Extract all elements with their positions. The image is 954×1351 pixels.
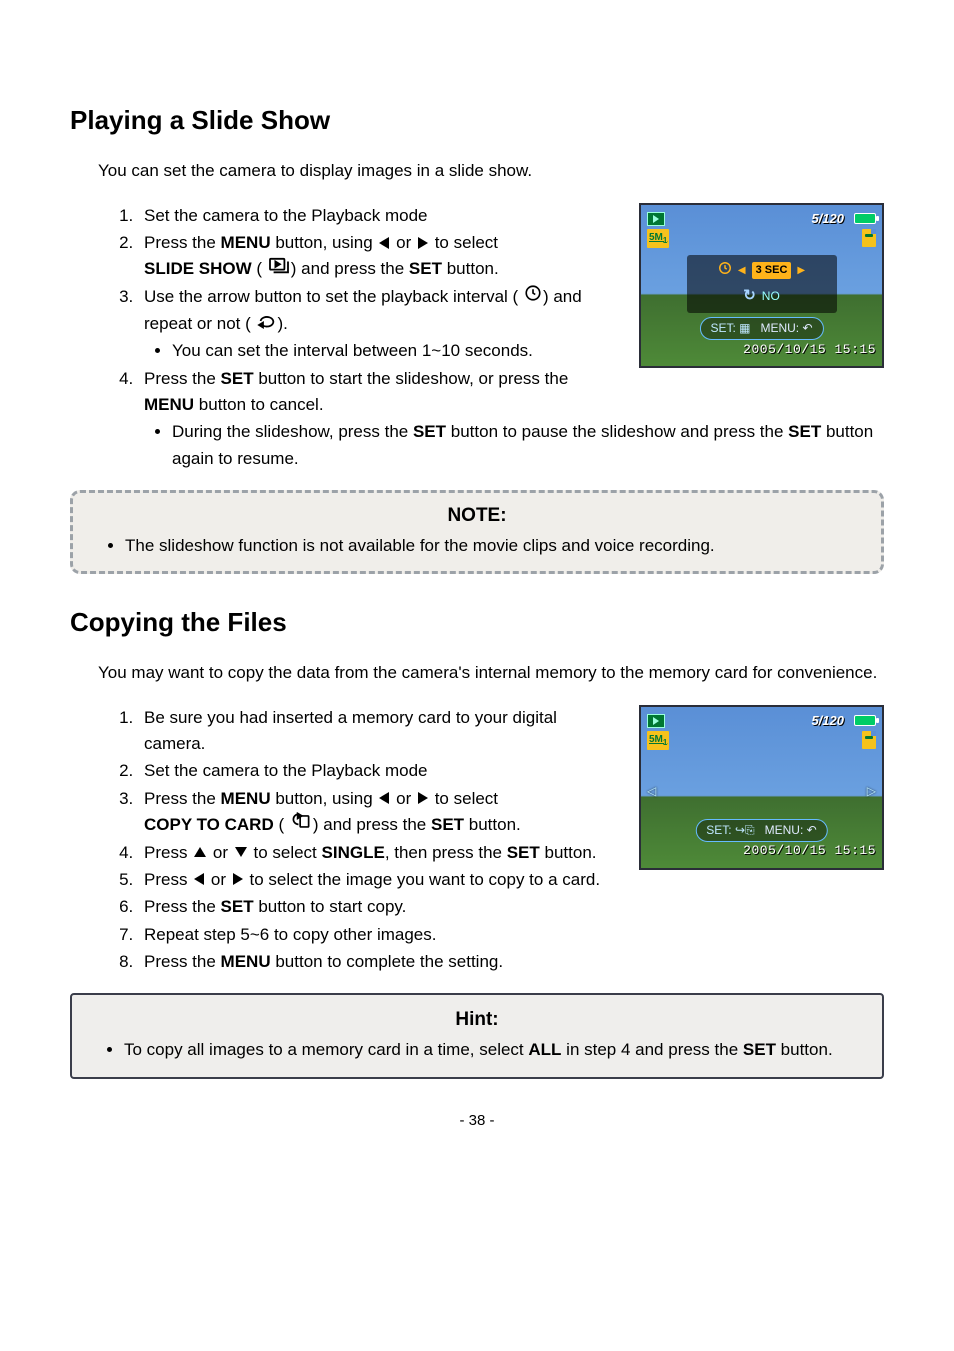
step-6: Press the SET button to start copy. bbox=[138, 894, 884, 920]
camera-screenshot-slideshow: 5/120 5M1 ◀ 3 SEC ▶ ↻ NO SET: ▦ MENU: ↶ … bbox=[639, 203, 884, 368]
heading-copying: Copying the Files bbox=[70, 602, 884, 642]
next-image-icon: ▷ bbox=[867, 782, 876, 801]
hint-title: Hint: bbox=[86, 1005, 868, 1034]
battery-icon bbox=[854, 213, 876, 224]
up-arrow-icon bbox=[194, 847, 206, 857]
resolution-badge: 5M1 bbox=[647, 229, 669, 248]
back-icon: ↶ bbox=[807, 823, 817, 837]
intro-copying: You may want to copy the data from the c… bbox=[70, 660, 884, 686]
step-8: Press the MENU button to complete the se… bbox=[138, 949, 884, 975]
memory-card-icon bbox=[862, 229, 876, 247]
note-box: NOTE: The slideshow function is not avai… bbox=[70, 490, 884, 574]
playback-mode-icon bbox=[647, 212, 665, 226]
interval-icon bbox=[718, 261, 732, 281]
right-mini-arrow-icon: ▶ bbox=[797, 263, 805, 279]
resolution-badge: 5M1 bbox=[647, 731, 669, 750]
right-arrow-icon bbox=[418, 792, 428, 804]
left-arrow-icon bbox=[379, 792, 389, 804]
repeat-icon: ↻ bbox=[743, 284, 756, 307]
interval-value: 3 SEC bbox=[752, 262, 792, 279]
memory-card-icon bbox=[862, 731, 876, 749]
confirm-icon: ▦ bbox=[739, 321, 750, 335]
intro-slide-show: You can set the camera to display images… bbox=[70, 158, 884, 184]
camera-screenshot-copy: 5/120 5M1 ◁ ▷ SET: ↪⎘ MENU: ↶ 2005/10/15… bbox=[639, 705, 884, 870]
prev-image-icon: ◁ bbox=[647, 782, 656, 801]
down-arrow-icon bbox=[235, 847, 247, 857]
copy-to-card-icon bbox=[290, 812, 312, 838]
timestamp: 2005/10/15 15:15 bbox=[743, 340, 876, 360]
slideshow-icon bbox=[268, 257, 290, 283]
back-icon: ↶ bbox=[802, 321, 812, 335]
note-text: The slideshow function is not available … bbox=[125, 533, 867, 559]
playback-mode-icon bbox=[647, 714, 665, 728]
hint-box: Hint: To copy all images to a memory car… bbox=[70, 993, 884, 1079]
left-arrow-icon bbox=[379, 237, 389, 249]
step-4-sub: During the slideshow, press the SET butt… bbox=[172, 419, 884, 472]
left-arrow-icon bbox=[194, 873, 204, 885]
bottom-hint-pill: SET: ▦ MENU: ↶ bbox=[699, 317, 823, 340]
heading-slide-show: Playing a Slide Show bbox=[70, 100, 884, 140]
bottom-hint-pill: SET: ↪⎘ MENU: ↶ bbox=[695, 819, 827, 842]
image-counter: 5/120 bbox=[811, 711, 844, 731]
step-5: Press or to select the image you want to… bbox=[138, 867, 884, 893]
battery-icon bbox=[854, 715, 876, 726]
right-arrow-icon bbox=[418, 237, 428, 249]
step-4: Press the SET button to start the slides… bbox=[138, 366, 884, 472]
clock-icon bbox=[524, 284, 542, 310]
hint-text: To copy all images to a memory card in a… bbox=[124, 1037, 868, 1063]
step-7: Repeat step 5~6 to copy other images. bbox=[138, 922, 884, 948]
timestamp: 2005/10/15 15:15 bbox=[743, 841, 876, 861]
left-mini-arrow-icon: ◀ bbox=[738, 263, 746, 279]
image-counter: 5/120 bbox=[811, 209, 844, 229]
page-number: - 38 - bbox=[70, 1109, 884, 1132]
repeat-value: NO bbox=[762, 287, 780, 306]
copy-icon: ↪⎘ bbox=[735, 823, 755, 837]
loop-icon bbox=[257, 311, 277, 337]
right-arrow-icon bbox=[233, 873, 243, 885]
slideshow-settings-panel: ◀ 3 SEC ▶ ↻ NO bbox=[687, 255, 837, 314]
note-title: NOTE: bbox=[87, 501, 867, 530]
